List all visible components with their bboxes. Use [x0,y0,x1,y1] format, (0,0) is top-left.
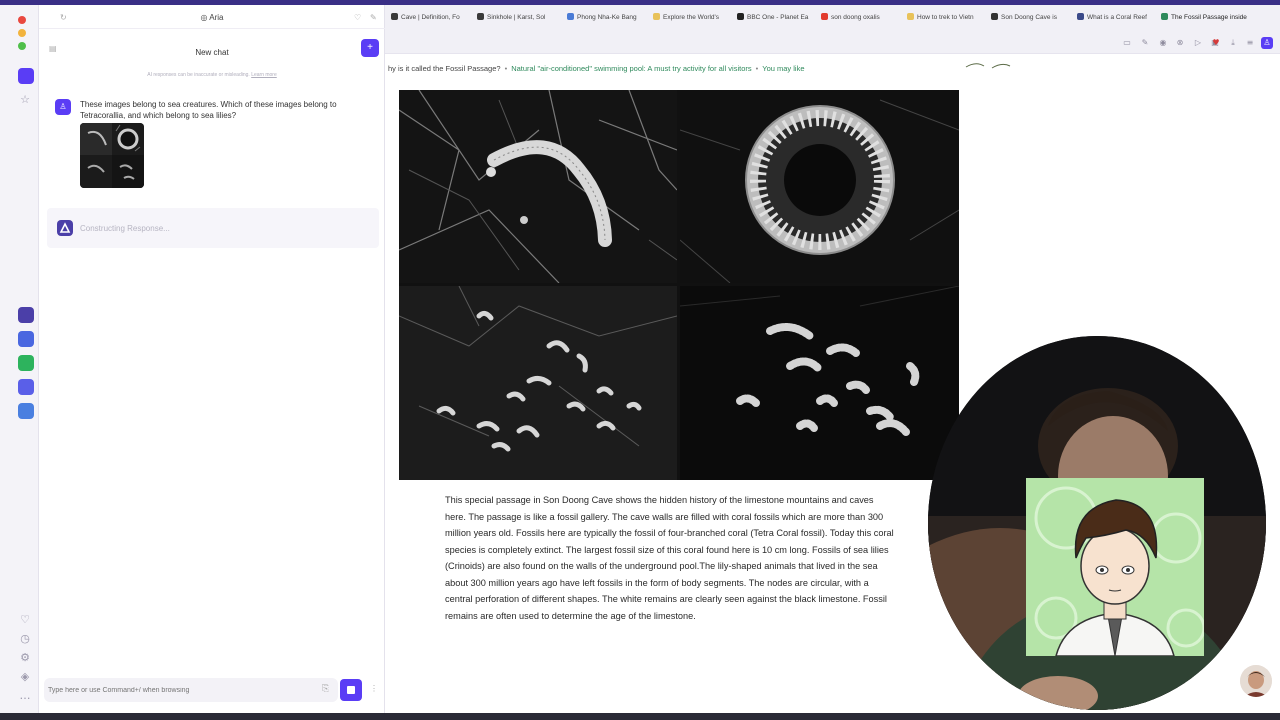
tab-bbc[interactable]: BBC One - Planet Ea [737,13,817,25]
heart-toolbar-icon[interactable]: ♥ [1211,38,1221,48]
tab-favicon [1161,13,1168,20]
history-icon[interactable]: ◷ [18,632,32,646]
disclaimer-text: AI responses can be inaccurate or mislea… [39,72,385,78]
more-icon[interactable]: … [18,689,32,703]
tab-son-doong[interactable]: Son Doong Cave is [991,13,1071,25]
browser-toolbar: ▭ ✎ ◉ ⊗ ▷ ▣ ♥ ⤓ ≡ ♙ [385,32,1280,54]
location-pin-icon[interactable]: ◈ [18,670,32,684]
play-icon[interactable]: ▷ [1193,38,1203,48]
disclaimer-label: AI responses can be inaccurate or mislea… [147,72,250,78]
learn-more-link[interactable]: Learn more [251,72,277,78]
aria-logo-icon: ◎ [200,13,208,22]
tab-favicon [991,13,998,20]
aria-sidebar: ↻ ◎ Aria ♡ ✎ ▤ New chat + AI responses c… [39,5,385,713]
fossil-image-gallery [399,90,959,480]
pin-icon[interactable]: ✎ [370,13,377,22]
download-icon[interactable]: ⤓ [1228,38,1238,48]
article-paragraph: This special passage in Son Doong Cave s… [445,495,894,621]
subnav-link-fossil-passage[interactable]: hy is it called the Fossil Passage? [388,64,501,73]
aria-response-icon [57,220,73,236]
tab-label: Phong Nha-Ke Bang [577,14,637,21]
user-avatar: ♙ [55,99,71,115]
fossil-photo-4[interactable] [680,286,959,480]
response-placeholder: Constructing Response... [47,208,379,248]
spotify-app-icon[interactable] [18,355,34,371]
menu-icon[interactable]: ≡ [1245,38,1255,48]
tab-label: How to trek to Vietn [917,14,974,21]
tab-favicon [907,13,914,20]
camera-icon[interactable]: ◉ [1158,38,1168,48]
chat-input[interactable] [48,684,308,696]
aria-title: ◎ Aria [39,13,385,22]
mail-app-icon[interactable] [18,403,34,419]
article-subnav: hy is it called the Fossil Passage? • Natu… [388,64,805,73]
participant-avatar[interactable] [1240,665,1272,697]
aria-title-label: Aria [209,13,224,22]
tab-fossil-passage[interactable]: The Fossil Passage inside [1161,13,1255,25]
oxalis-logo[interactable] [962,60,1014,84]
subnav-separator: • [504,64,508,73]
chat-input-box: ⎘ [44,678,338,702]
more-options-icon[interactable]: ⋮ [370,684,378,693]
attached-image-thumbnail[interactable] [80,123,144,188]
subnav-separator: • [755,64,759,73]
tab-label: Explore the World's [663,14,720,21]
close-window-button[interactable] [18,16,26,24]
tab-strip: Cave | Definition, Fo Sinkhole | Karst, … [385,5,1280,32]
aria-app-icon[interactable] [18,307,34,323]
tab-favicon [477,13,484,20]
discord-app-icon[interactable] [18,331,34,347]
stop-button[interactable] [340,679,362,701]
tab-trek[interactable]: How to trek to Vietn [907,13,985,25]
subnav-link-you-may-like[interactable]: You may like [762,64,804,73]
tab-youtube[interactable]: son doong oxalis [821,13,901,25]
chat-title: New chat [195,48,229,57]
fossil-photo-3[interactable] [399,286,677,480]
attach-icon[interactable]: ⎘ [322,684,329,694]
tab-favicon [1077,13,1084,20]
tab-favicon [737,13,744,20]
shield-icon[interactable]: ⊗ [1175,38,1185,48]
tab-label: What is a Coral Reef [1087,14,1147,21]
messenger-app-icon[interactable] [18,379,34,395]
fossil-photo-1[interactable] [399,90,677,283]
cartoon-avatar [1026,478,1204,656]
tab-label: Sinkhole | Karst, Sol [487,14,546,21]
tab-sinkhole[interactable]: Sinkhole | Karst, Sol [477,13,559,25]
settings-icon[interactable]: ⚙ [18,651,32,665]
tab-label: The Fossil Passage inside [1171,14,1247,21]
favorite-icon[interactable]: ♡ [354,13,361,22]
tab-favicon [391,13,398,20]
left-rail: ☆ ♡ ◷ ⚙ ◈ … [5,5,39,713]
tab-label: Son Doong Cave is [1001,14,1058,21]
star-icon[interactable]: ☆ [18,93,32,107]
stop-icon [347,686,355,694]
maximize-window-button[interactable] [18,42,26,50]
tab-favicon [821,13,828,20]
tab-label: BBC One - Planet Ea [747,14,809,21]
dock-edge [0,713,1280,720]
tab-explore-world[interactable]: Explore the World's [653,13,729,25]
edit-icon[interactable]: ✎ [1140,38,1150,48]
profile-icon[interactable]: ♙ [1261,37,1273,49]
tab-phong-nha[interactable]: Phong Nha-Ke Bang [567,13,649,25]
aria-home-icon[interactable] [18,68,34,84]
user-message: These images belong to sea creatures. Wh… [80,100,337,120]
subnav-link-swimming-pool[interactable]: Natural "air-conditioned" swimming pool:… [511,64,751,73]
tab-label: son doong oxalis [831,14,880,21]
response-status: Constructing Response... [80,224,170,233]
tab-label: Cave | Definition, Fo [401,14,460,21]
tab-favicon [567,13,574,20]
tab-favicon [653,13,660,20]
app-window: ☆ ♡ ◷ ⚙ ◈ … ↻ ◎ Aria ♡ ✎ ▤ New chat + AI… [0,0,1280,720]
aria-header: ↻ ◎ Aria ♡ ✎ [39,5,385,29]
heart-icon[interactable]: ♡ [18,613,32,627]
tab-coral-reef[interactable]: What is a Coral Reef [1077,13,1157,25]
tab-cave[interactable]: Cave | Definition, Fo [391,13,473,25]
new-chat-button[interactable]: + [361,39,379,57]
minimize-window-button[interactable] [18,29,26,37]
reader-icon[interactable]: ▭ [1122,38,1132,48]
fossil-photo-2[interactable] [680,90,959,283]
